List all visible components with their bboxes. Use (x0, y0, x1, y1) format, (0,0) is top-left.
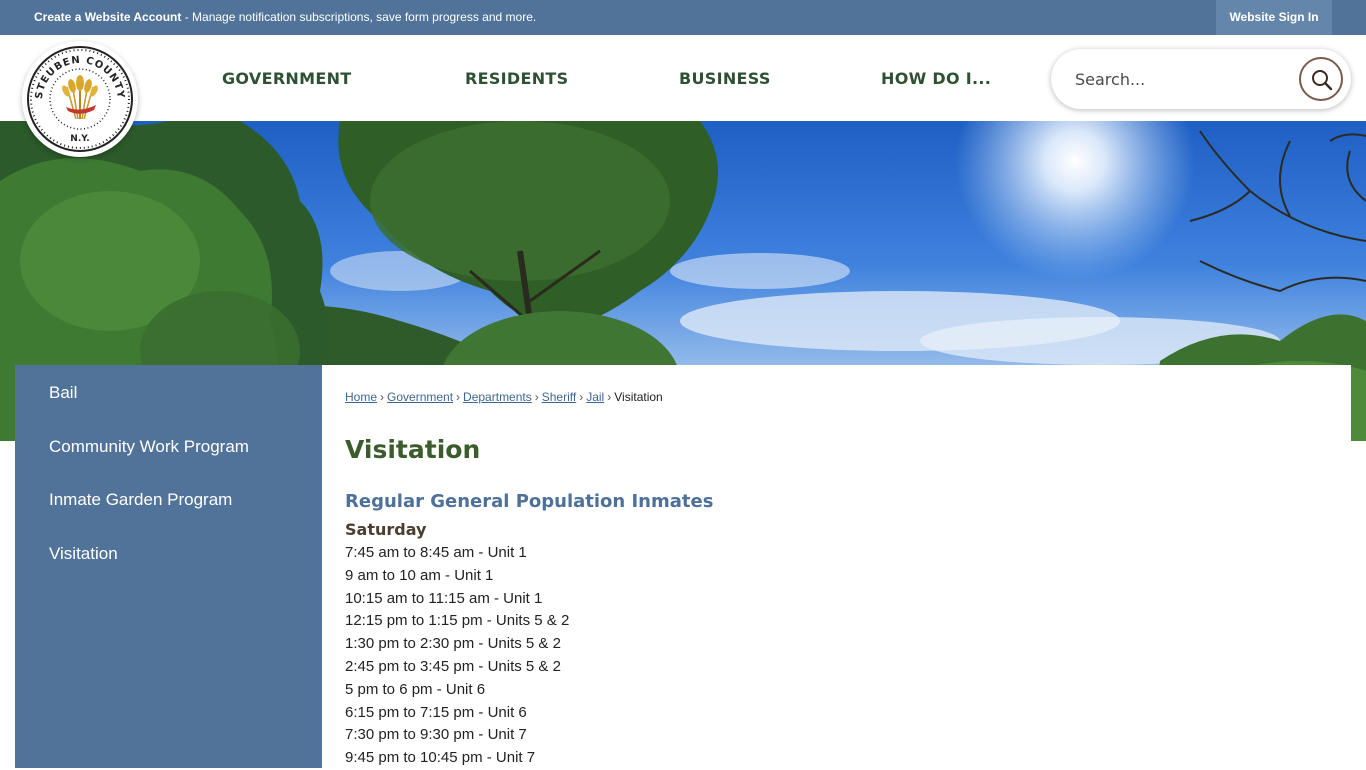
schedule-slot: 6:15 pm to 7:15 pm - Unit 6 (345, 703, 527, 721)
schedule-slot: 7:30 pm to 9:30 pm - Unit 7 (345, 726, 527, 744)
create-account-description: - Manage notification subscriptions, sav… (181, 10, 537, 24)
breadcrumb-jail[interactable]: Jail (586, 390, 604, 404)
schedule-slot: 12:15 pm to 1:15 pm - Units 5 & 2 (345, 612, 570, 630)
nav-how-do-i[interactable]: HOW DO I... (881, 69, 991, 88)
breadcrumb: Home › Government › Departments › Sheriff › Jail… (345, 390, 663, 404)
visitation-schedule-list: 7:45 am to 8:45 am - Unit 1 9 am to 10 a… (345, 542, 569, 770)
website-sign-in-button[interactable]: Website Sign In (1216, 0, 1332, 35)
schedule-slot: 1:30 pm to 2:30 pm - Units 5 & 2 (345, 635, 561, 653)
schedule-slot: 7:45 am to 8:45 am - Unit 1 (345, 544, 527, 561)
sidebar-item-visitation[interactable]: Visitation (49, 544, 118, 564)
breadcrumb-separator: › (380, 390, 385, 404)
county-seal-graphic: STEUBEN COUNTY N.Y. (27, 46, 133, 152)
breadcrumb-separator: › (607, 390, 612, 404)
nav-business[interactable]: BUSINESS (679, 69, 771, 88)
schedule-slot: 9 am to 10 am - Unit 1 (345, 566, 494, 584)
schedule-slot: 9:45 pm to 10:45 pm - Unit 7 (345, 749, 536, 767)
search-icon (1312, 70, 1333, 91)
schedule-slot: 2:45 pm to 3:45 pm - Units 5 & 2 (345, 657, 561, 675)
section-heading: Regular General Population Inmates (345, 491, 714, 512)
sidebar-item-community-work-program[interactable]: Community Work Program (49, 437, 249, 457)
breadcrumb-government[interactable]: Government (387, 390, 453, 404)
county-seal-logo[interactable]: STEUBEN COUNTY N.Y. (22, 41, 138, 157)
utility-bar: Create a Website Account - Manage notifi… (0, 0, 1366, 35)
create-account-link[interactable]: Create a Website Account (34, 10, 181, 24)
breadcrumb-current: Visitation (614, 390, 663, 404)
search-button[interactable] (1299, 57, 1343, 101)
section-sidebar: Bail Community Work Program Inmate Garde… (15, 365, 322, 768)
schedule-slot: 5 pm to 6 pm - Unit 6 (345, 680, 486, 698)
schedule-slot: 10:15 am to 11:15 am - Unit 1 (345, 589, 543, 607)
breadcrumb-home[interactable]: Home (345, 390, 377, 404)
breadcrumb-separator: › (579, 390, 584, 404)
breadcrumb-separator: › (456, 390, 461, 404)
sidebar-item-bail[interactable]: Bail (49, 383, 77, 403)
search-input[interactable] (1075, 63, 1295, 95)
page-title: Visitation (345, 435, 481, 464)
search-box (1051, 49, 1351, 109)
day-heading: Saturday (345, 520, 427, 539)
breadcrumb-sheriff[interactable]: Sheriff (542, 390, 576, 404)
seal-state-text: N.Y. (70, 134, 89, 144)
nav-residents[interactable]: RESIDENTS (465, 69, 568, 88)
main-content: Home › Government › Departments › Sheriff › Jail… (322, 365, 1351, 768)
breadcrumb-departments[interactable]: Departments (463, 390, 532, 404)
nav-government[interactable]: GOVERNMENT (222, 69, 351, 88)
breadcrumb-separator: › (534, 390, 539, 404)
sidebar-item-inmate-garden-program[interactable]: Inmate Garden Program (49, 490, 232, 510)
create-account-banner[interactable]: Create a Website Account - Manage notifi… (34, 10, 536, 24)
